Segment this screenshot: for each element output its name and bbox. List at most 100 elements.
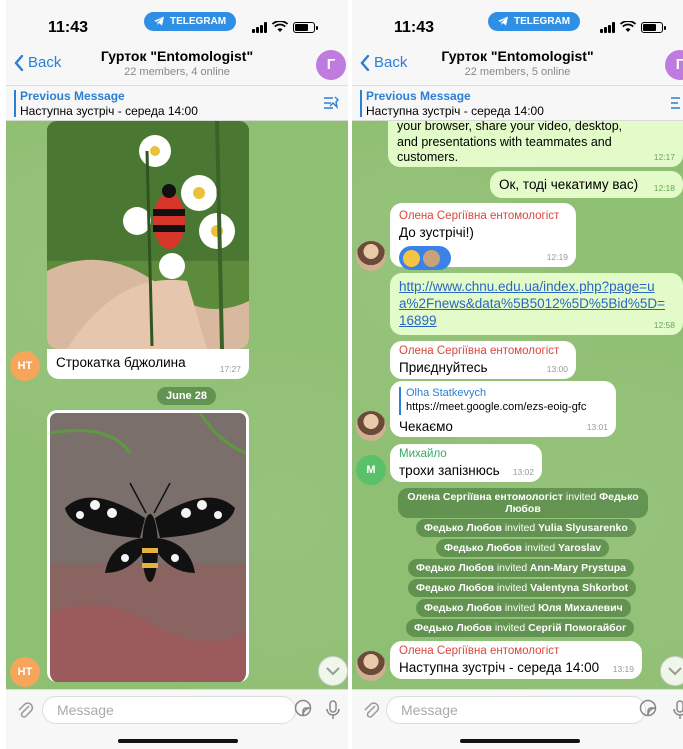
telegram-pill[interactable]: TELEGRAM xyxy=(144,12,237,31)
paperclip-icon[interactable] xyxy=(362,700,380,720)
message-bubble-in[interactable]: Олена Сергіївна ентомологіст Наступна зу… xyxy=(390,641,642,679)
date-separator: June 28 xyxy=(157,387,216,405)
beetle-photo[interactable] xyxy=(47,121,249,349)
message-time: 12:18 xyxy=(653,183,675,194)
wifi-icon xyxy=(272,21,288,32)
message-time: 12:17 xyxy=(653,152,675,163)
home-indicator xyxy=(460,739,580,743)
moth-photo-image xyxy=(50,413,246,682)
chat-header: Back Гурток "Entomologist" 22 members, 4… xyxy=(6,44,348,86)
message-input[interactable]: Message xyxy=(386,696,646,724)
reply-text: https://meet.google.com/ezs-eoig-gfc xyxy=(406,400,587,413)
telegram-pill-label: TELEGRAM xyxy=(170,16,227,27)
telegram-plane-icon xyxy=(498,16,508,26)
telegram-pill[interactable]: TELEGRAM xyxy=(488,12,581,31)
chat-title[interactable]: Гурток "Entomologist" xyxy=(6,48,348,64)
message-text: your browser, share your video, desktop,… xyxy=(397,121,623,165)
message-composer: Message xyxy=(352,689,683,749)
sender-name[interactable]: Олена Сергіївна ентомологіст xyxy=(399,644,633,658)
reaction-chip[interactable] xyxy=(399,246,451,271)
message-time: 13:19 xyxy=(612,664,634,675)
pinned-list-icon[interactable] xyxy=(322,95,340,111)
sender-name[interactable]: Олена Сергіївна ентомологіст xyxy=(399,209,567,223)
message-text: Ок, тоді чекатиму вас) xyxy=(499,177,639,192)
chat-wallpaper: Строкатка бджолина 17:27 НТ June 28 НТ xyxy=(6,121,348,689)
group-avatar[interactable]: Г xyxy=(316,50,346,80)
photo-caption-bubble[interactable]: Строкатка бджолина 17:27 xyxy=(47,349,249,379)
wifi-icon xyxy=(620,21,636,32)
reply-name: Olha Statkevych xyxy=(406,387,487,399)
sender-avatar[interactable] xyxy=(356,651,386,681)
system-message: Федько Любов invited Сергій Помогайбог xyxy=(406,619,635,637)
status-icons xyxy=(252,21,318,33)
message-text: До зустрічі!) xyxy=(399,225,474,241)
message-bubble-in[interactable]: Михайло трохи запізнюсь 13:02 xyxy=(390,444,542,482)
pinned-message-bar[interactable]: Previous Message Наступна зустріч - сере… xyxy=(352,86,683,121)
home-indicator xyxy=(118,739,238,743)
message-bubble-out[interactable]: http://www.chnu.edu.ua/index.php?page=ua… xyxy=(390,273,683,335)
message-bubble-out[interactable]: Ок, тоді чекатиму вас) 12:18 xyxy=(490,171,683,198)
chat-subtitle: 22 members, 4 online xyxy=(124,66,230,78)
sender-avatar[interactable]: НТ xyxy=(10,657,40,687)
message-time: 17:27 xyxy=(219,364,241,375)
chevron-down-icon xyxy=(326,667,340,676)
pinned-list-icon[interactable] xyxy=(669,95,683,111)
message-bubble-in[interactable]: Олена Сергіївна ентомологіст Приєднуйтес… xyxy=(390,341,576,379)
pinned-text: Наступна зустріч - середа 14:00 xyxy=(20,104,198,118)
system-message: Федько Любов invited Yulia Slyusarenko xyxy=(416,519,636,537)
signal-icon xyxy=(252,21,267,33)
sender-avatar[interactable]: НТ xyxy=(10,351,40,381)
pinned-message-bar[interactable]: Previous Message Наступна зустріч - сере… xyxy=(6,86,348,121)
message-time: 13:02 xyxy=(512,467,534,478)
message-input[interactable]: Message xyxy=(42,696,296,724)
system-message: Олена Сергіївна ентомологіст invited Фед… xyxy=(398,488,648,518)
photo-caption: Строкатка бджолина xyxy=(56,355,186,370)
scroll-down-button[interactable] xyxy=(318,656,348,686)
sticker-icon[interactable] xyxy=(294,699,312,717)
message-link[interactable]: http://www.chnu.edu.ua/index.php?page=ua… xyxy=(399,279,669,330)
message-time: 13:01 xyxy=(586,422,608,433)
microphone-icon[interactable] xyxy=(673,700,683,720)
chevron-down-icon xyxy=(668,667,682,676)
status-icons xyxy=(600,21,666,33)
moth-photo[interactable] xyxy=(47,410,249,682)
microphone-icon[interactable] xyxy=(326,700,340,720)
pinned-title: Previous Message xyxy=(366,89,471,103)
status-time: 11:43 xyxy=(394,19,435,36)
message-text: Приєднуйтесь xyxy=(399,360,488,376)
thumbs-up-icon xyxy=(403,249,420,267)
sender-avatar[interactable] xyxy=(356,241,386,271)
sticker-icon[interactable] xyxy=(639,699,657,717)
sender-avatar[interactable]: М xyxy=(356,455,386,485)
system-message: Федько Любов invited Yaroslav xyxy=(436,539,610,557)
message-bubble-in[interactable]: Olha Statkevych https://meet.google.com/… xyxy=(390,381,616,437)
sender-name[interactable]: Олена Сергіївна ентомологіст xyxy=(399,344,567,358)
signal-icon xyxy=(600,21,615,33)
reactions[interactable] xyxy=(399,246,567,271)
sender-avatar[interactable] xyxy=(356,411,386,441)
status-time: 11:43 xyxy=(48,19,89,36)
message-time: 13:00 xyxy=(546,364,568,375)
left-phone-screen: 11:43 TELEGRAM Back Гурток "Entomologist… xyxy=(6,0,348,749)
telegram-plane-icon xyxy=(154,16,164,26)
chat-subtitle: 22 members, 5 online xyxy=(464,66,571,78)
paperclip-icon[interactable] xyxy=(16,700,34,720)
battery-icon xyxy=(293,21,318,33)
system-message: Федько Любов invited Valentyna Shkorbot xyxy=(408,579,637,597)
chat-title[interactable]: Гурток "Entomologist" xyxy=(352,48,683,64)
sender-name[interactable]: Михайло xyxy=(399,447,533,461)
scroll-down-button[interactable] xyxy=(660,656,683,686)
status-bar: 11:43 TELEGRAM xyxy=(352,0,683,44)
message-time: 12:19 xyxy=(546,252,568,263)
telegram-pill-label: TELEGRAM xyxy=(514,16,571,27)
reactor-avatar xyxy=(423,249,440,267)
system-message: Федько Любов invited Ann-Mary Prystupa xyxy=(408,559,635,577)
battery-icon xyxy=(641,21,666,33)
right-phone-screen: 11:43 TELEGRAM Back Гурток "Entomologist… xyxy=(352,0,683,749)
message-time: 12:58 xyxy=(653,320,675,331)
message-bubble-out[interactable]: your browser, share your video, desktop,… xyxy=(388,121,683,167)
reply-quote[interactable]: Olha Statkevych https://meet.google.com/… xyxy=(399,387,607,415)
message-text: Чекаємо xyxy=(399,418,453,434)
pinned-title: Previous Message xyxy=(20,89,125,103)
message-bubble-in[interactable]: Олена Сергіївна ентомологіст До зустрічі… xyxy=(390,203,576,271)
